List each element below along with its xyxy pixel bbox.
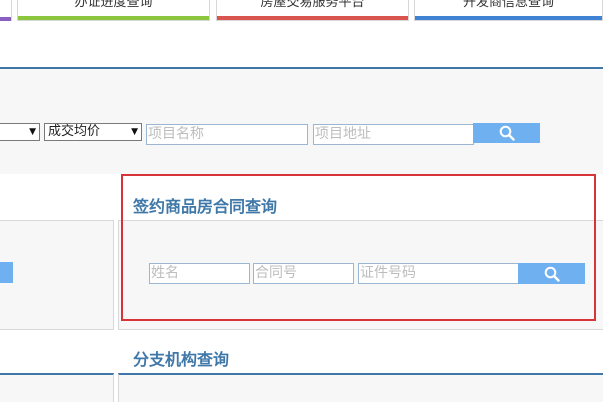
contract-query-highlight	[121, 174, 596, 321]
tab-developer-query-accent	[415, 16, 602, 20]
price-type-select[interactable]: 成交均价 ▼	[44, 123, 142, 141]
project-address-input[interactable]: 项目地址	[313, 124, 474, 145]
price-search-button[interactable]	[473, 123, 540, 143]
price-type-select-value: 成交均价	[48, 124, 101, 139]
tab-progress-query[interactable]: 办证进度查询	[17, 0, 210, 21]
chevron-down-icon: ▼	[29, 127, 36, 137]
tab-progress-query-accent	[18, 16, 209, 20]
branch-left-panel	[0, 373, 114, 402]
left-query-panel	[0, 220, 114, 330]
district-select[interactable]: ▼	[0, 123, 40, 141]
project-address-placeholder: 项目地址	[315, 126, 371, 142]
project-name-placeholder: 项目名称	[148, 126, 204, 142]
branch-query-panel	[118, 373, 603, 402]
tab-trade-platform[interactable]: 房屋交易服务平台	[216, 0, 409, 21]
tab-trade-platform-label: 房屋交易服务平台	[260, 0, 365, 10]
tab-developer-query-label: 开发商信息查询	[462, 0, 554, 10]
price-search-panel	[0, 67, 603, 174]
tab-developer-query[interactable]: 开发商信息查询	[414, 0, 603, 21]
tab-strip-left-edge	[0, 0, 12, 21]
left-search-button[interactable]	[0, 262, 13, 283]
chevron-down-icon: ▼	[131, 127, 138, 137]
search-icon	[499, 125, 515, 141]
tab-progress-query-label: 办证进度查询	[74, 0, 153, 10]
tab-trade-platform-accent	[217, 16, 408, 20]
project-name-input[interactable]: 项目名称	[146, 124, 308, 145]
branch-query-title: 分支机构查询	[133, 350, 230, 369]
